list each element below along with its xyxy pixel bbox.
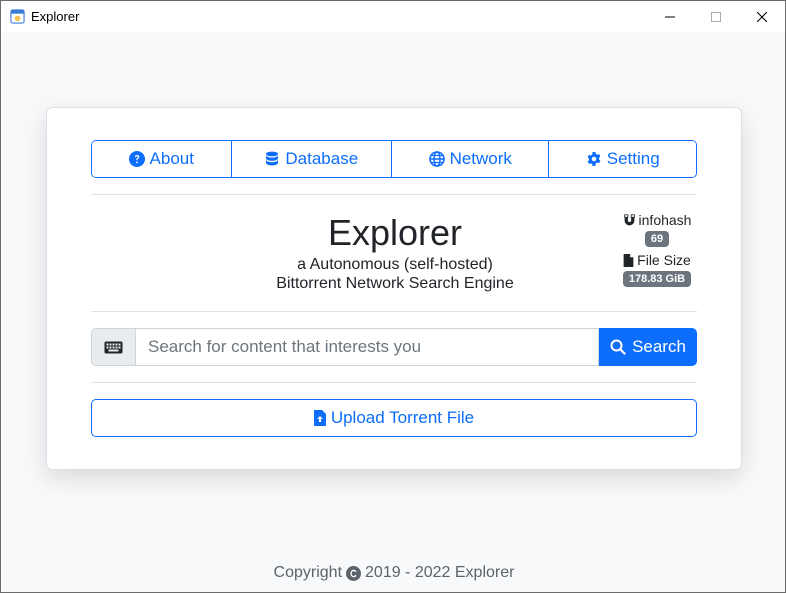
keyboard-icon bbox=[104, 341, 123, 353]
divider-top bbox=[91, 194, 697, 195]
close-button[interactable] bbox=[739, 1, 785, 32]
globe-icon bbox=[428, 151, 445, 167]
search-button-label: Search bbox=[632, 337, 686, 356]
search-icon bbox=[610, 339, 626, 355]
database-icon bbox=[266, 151, 279, 166]
divider-bottom bbox=[91, 382, 697, 383]
app-icon bbox=[10, 9, 25, 24]
stats-panel: infohash 69 File Size 178.83 GiB bbox=[607, 211, 707, 291]
network-button[interactable]: Network bbox=[392, 141, 550, 177]
file-icon bbox=[623, 253, 634, 267]
upload-label: Upload Torrent File bbox=[330, 408, 475, 427]
copyright-years: 2019 - 2022 Explorer bbox=[365, 564, 515, 581]
hero-subtitle-line1: a Autonomous (self-hosted) bbox=[297, 256, 493, 273]
maximize-icon bbox=[711, 11, 721, 22]
setting-label: Setting bbox=[606, 149, 660, 168]
minimize-icon bbox=[665, 16, 675, 17]
infohash-stat: infohash bbox=[607, 211, 707, 229]
minimize-button[interactable] bbox=[647, 1, 693, 32]
setting-button[interactable]: Setting bbox=[549, 141, 696, 177]
copyright-icon bbox=[346, 565, 362, 581]
database-label: Database bbox=[285, 149, 359, 168]
footer: Copyright 2019 - 2022 Explorer bbox=[1, 564, 786, 582]
nav-button-group: About Database Network Setting bbox=[91, 140, 697, 178]
network-label: Network bbox=[449, 149, 512, 168]
filesize-badge: 178.83 GiB bbox=[622, 271, 692, 287]
search-input[interactable] bbox=[135, 328, 599, 366]
app-window: Explorer About Database Network Setting … bbox=[0, 0, 786, 593]
window-title: Explorer bbox=[31, 9, 80, 24]
title-bar: Explorer bbox=[1, 1, 785, 32]
hero-subtitle: a Autonomous (self-hosted) Bittorrent Ne… bbox=[217, 255, 573, 293]
hero-title: Explorer bbox=[327, 212, 463, 253]
filesize-stat: File Size bbox=[607, 251, 707, 269]
main-card: About Database Network Setting Explorer … bbox=[46, 107, 742, 470]
hero-subtitle-line2: Bittorrent Network Search Engine bbox=[276, 275, 514, 292]
infohash-label: infohash bbox=[638, 212, 692, 228]
close-icon bbox=[757, 11, 767, 22]
search-group: Search bbox=[91, 328, 697, 366]
infohash-count-badge: 69 bbox=[644, 231, 670, 247]
gear-icon bbox=[587, 152, 601, 166]
divider-middle bbox=[91, 311, 697, 312]
about-button[interactable]: About bbox=[92, 141, 232, 177]
keyboard-addon[interactable] bbox=[91, 328, 135, 366]
file-upload-icon bbox=[313, 410, 326, 426]
copyright-prefix: Copyright bbox=[273, 564, 343, 581]
upload-torrent-button[interactable]: Upload Torrent File bbox=[91, 399, 697, 437]
search-button[interactable]: Search bbox=[599, 328, 697, 366]
question-circle-icon bbox=[128, 151, 145, 167]
database-button[interactable]: Database bbox=[231, 141, 392, 177]
magnet-icon bbox=[623, 213, 635, 225]
filesize-label: File Size bbox=[637, 252, 691, 268]
maximize-button[interactable] bbox=[693, 1, 739, 32]
about-label: About bbox=[149, 149, 194, 168]
